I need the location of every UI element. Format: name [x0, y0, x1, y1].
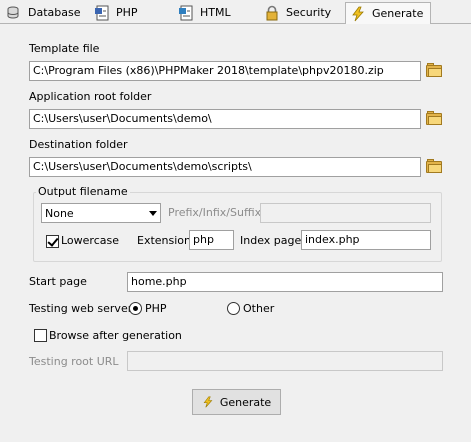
lowercase-label: Lowercase: [61, 234, 119, 247]
php-file-icon: [94, 5, 110, 21]
tab-generate-label: Generate: [372, 7, 424, 20]
tab-php[interactable]: PHP: [94, 2, 138, 23]
filename-case-select[interactable]: None: [41, 203, 161, 223]
app-root-input[interactable]: C:\Users\user\Documents\demo\: [29, 109, 421, 129]
server-other-radio[interactable]: [227, 302, 240, 315]
tab-html[interactable]: HTML: [178, 2, 231, 23]
tab-generate[interactable]: Generate: [345, 2, 431, 24]
browse-app-root-folder-icon[interactable]: [426, 111, 442, 125]
tab-php-label: PHP: [116, 6, 138, 19]
destination-input[interactable]: C:\Users\user\Documents\demo\scripts\: [29, 157, 421, 177]
chevron-down-icon: [145, 204, 160, 222]
lightning-icon: [202, 395, 214, 409]
template-file-label: Template file: [29, 42, 100, 55]
generate-button-label: Generate: [219, 395, 272, 409]
app-root-label: Application root folder: [29, 90, 152, 103]
filename-case-value: None: [45, 207, 74, 220]
tab-security[interactable]: Security: [264, 2, 331, 23]
testing-url-input[interactable]: [127, 351, 443, 371]
tab-database[interactable]: Database: [6, 2, 81, 23]
browse-template-folder-icon[interactable]: [426, 63, 442, 77]
testing-url-label: Testing root URL: [29, 355, 119, 368]
database-icon: [6, 5, 22, 21]
server-php-label: PHP: [145, 302, 167, 315]
tab-bar: Database PHP HTML Security Generate: [0, 0, 471, 24]
generate-button[interactable]: Generate: [192, 389, 281, 415]
destination-label: Destination folder: [29, 138, 128, 151]
lightning-icon: [350, 6, 366, 22]
server-other-label: Other: [243, 302, 275, 315]
index-page-label: Index page: [240, 234, 302, 247]
checkmark-icon: [47, 235, 59, 247]
tab-html-label: HTML: [200, 6, 231, 19]
browse-after-checkbox[interactable]: [34, 329, 47, 342]
start-page-input[interactable]: home.php: [127, 272, 443, 292]
tab-security-label: Security: [286, 6, 332, 19]
extension-label: Extension: [137, 234, 192, 247]
prefix-input[interactable]: [260, 203, 431, 223]
extension-input[interactable]: php: [189, 230, 234, 250]
index-page-input[interactable]: index.php: [301, 230, 431, 250]
tab-database-label: Database: [28, 6, 81, 19]
browse-after-label: Browse after generation: [49, 329, 182, 342]
html-file-icon: [178, 5, 194, 21]
browse-destination-folder-icon[interactable]: [426, 159, 442, 173]
testing-server-label: Testing web server: [29, 302, 133, 315]
lock-icon: [264, 5, 280, 21]
start-page-label: Start page: [29, 275, 87, 288]
lowercase-checkbox[interactable]: [46, 235, 59, 248]
template-file-input[interactable]: C:\Program Files (x86)\PHPMaker 2018\tem…: [29, 61, 421, 81]
prefix-label: Prefix/Infix/Suffix: [168, 206, 262, 219]
server-php-radio[interactable]: [129, 302, 142, 315]
output-filename-title: Output filename: [36, 185, 130, 198]
